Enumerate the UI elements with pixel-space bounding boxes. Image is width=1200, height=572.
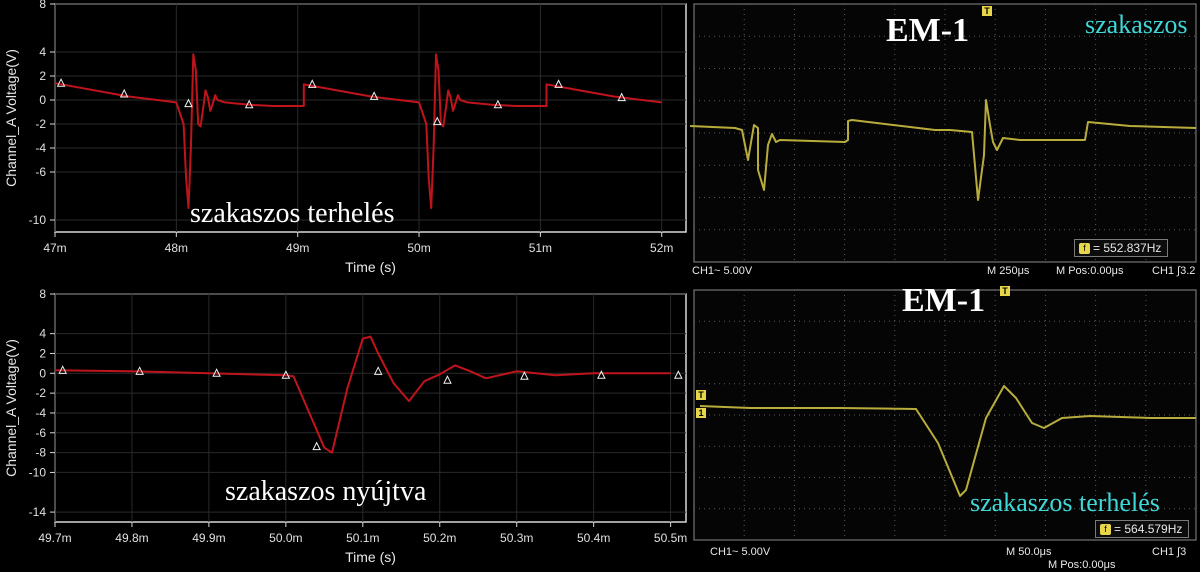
trigger-setting: CH1 ∫3.2 bbox=[1152, 265, 1196, 277]
x-tick-label: 47m bbox=[43, 241, 66, 255]
x-tick-label: 50.0m bbox=[269, 531, 302, 545]
y-tick-label: 8 bbox=[39, 0, 46, 11]
horizontal-position: M Pos:0.00μs bbox=[1056, 265, 1124, 277]
y-tick-label: 0 bbox=[39, 366, 46, 380]
simulation-chart-bottom-svg: 49.7m 49.8m 49.9m 50.0m 50.1m 50.2m 50.3m 50.4m… bbox=[3, 287, 687, 565]
x-tick-label: 50.4m bbox=[577, 531, 610, 545]
channel-scale: CH1~ 5.00V bbox=[710, 546, 771, 558]
simulation-chart-top-svg: 47m 48m 49m 50m 51m 52m 8 4 2 0 -2 -4 -6 -10 Time (s) C… bbox=[3, 0, 687, 275]
y-tick-label: 4 bbox=[39, 327, 46, 341]
scope-title: EM-1 bbox=[902, 282, 986, 319]
trigger-level-marker-icon: T bbox=[696, 390, 706, 400]
x-axis-label: Time (s) bbox=[345, 549, 396, 565]
y-tick-label: -6 bbox=[35, 426, 46, 440]
x-tick-label: 51m bbox=[529, 241, 552, 255]
x-tick-label: 49m bbox=[286, 241, 309, 255]
frequency-icon: f bbox=[1100, 524, 1111, 536]
x-tick-label: 50.5m bbox=[654, 531, 687, 545]
y-tick-label: -14 bbox=[29, 505, 47, 519]
x-tick-label: 50.3m bbox=[500, 531, 533, 545]
y-axis-label: Channel_A Voltage(V) bbox=[3, 339, 19, 477]
y-tick-label: -8 bbox=[35, 446, 46, 460]
simulation-chart-bottom: 49.7m 49.8m 49.9m 50.0m 50.1m 50.2m 50.3m 50.4m… bbox=[0, 286, 690, 572]
scope-overlay-text: szakaszos bbox=[1085, 10, 1188, 39]
frequency-icon: f bbox=[1079, 243, 1090, 255]
oscilloscope-screen-bottom: EM-1 T T 1 szakaszos terhelés f = 564.579… bbox=[690, 278, 1200, 572]
timebase: M 50.0μs bbox=[1006, 546, 1052, 558]
frequency-value: = 552.837Hz bbox=[1093, 241, 1162, 255]
y-tick-label: 0 bbox=[39, 93, 46, 107]
x-tick-label: 49.8m bbox=[115, 531, 148, 545]
x-tick-label: 50m bbox=[407, 241, 430, 255]
y-tick-label: -10 bbox=[29, 465, 47, 479]
x-tick-label: 49.7m bbox=[38, 531, 71, 545]
simulation-chart-top: 47m 48m 49m 50m 51m 52m 8 4 2 0 -2 -4 -6 -10 Time (s) C… bbox=[0, 0, 690, 286]
chart-annotation: szakaszos terhelés bbox=[190, 198, 395, 229]
y-tick-label: -4 bbox=[35, 406, 46, 420]
x-tick-label: 50.2m bbox=[423, 531, 456, 545]
y-tick-label: -4 bbox=[35, 141, 46, 155]
chart-annotation: szakaszos nyújtva bbox=[225, 476, 427, 507]
oscilloscope-screen-top: EM-1 T szakaszos f = 552.837Hz CH1~ 5.00V… bbox=[690, 0, 1200, 278]
frequency-readout: f = 552.837Hz bbox=[1074, 239, 1169, 257]
x-tick-label: 49.9m bbox=[192, 531, 225, 545]
scope-overlay-text: szakaszos terhelés bbox=[970, 488, 1160, 517]
frequency-value: = 564.579Hz bbox=[1114, 522, 1183, 536]
timebase: M 250μs bbox=[987, 265, 1030, 277]
y-tick-label: -10 bbox=[29, 213, 47, 227]
y-tick-label: 2 bbox=[39, 346, 46, 360]
scope-title: EM-1 bbox=[886, 12, 970, 49]
y-tick-label: -2 bbox=[35, 117, 46, 131]
frequency-readout: f = 564.579Hz bbox=[1095, 520, 1190, 538]
horizontal-position: M Pos:0.00μs bbox=[1048, 559, 1116, 571]
y-tick-label: -6 bbox=[35, 165, 46, 179]
y-tick-label: 2 bbox=[39, 69, 46, 83]
x-axis-label: Time (s) bbox=[345, 259, 396, 275]
y-tick-label: 8 bbox=[39, 287, 46, 301]
x-tick-label: 50.1m bbox=[346, 531, 379, 545]
y-tick-label: 4 bbox=[39, 45, 46, 59]
y-tick-label: -2 bbox=[35, 386, 46, 400]
trigger-marker-icon: T bbox=[982, 6, 992, 16]
trigger-setting: CH1 ∫3 bbox=[1152, 546, 1187, 558]
x-tick-label: 52m bbox=[650, 241, 673, 255]
y-axis-label: Channel_A Voltage(V) bbox=[3, 49, 19, 187]
trigger-marker-icon: T bbox=[1000, 286, 1010, 296]
channel-1-marker-icon: 1 bbox=[696, 408, 706, 418]
channel-scale: CH1~ 5.00V bbox=[692, 265, 753, 277]
x-tick-label: 48m bbox=[165, 241, 188, 255]
